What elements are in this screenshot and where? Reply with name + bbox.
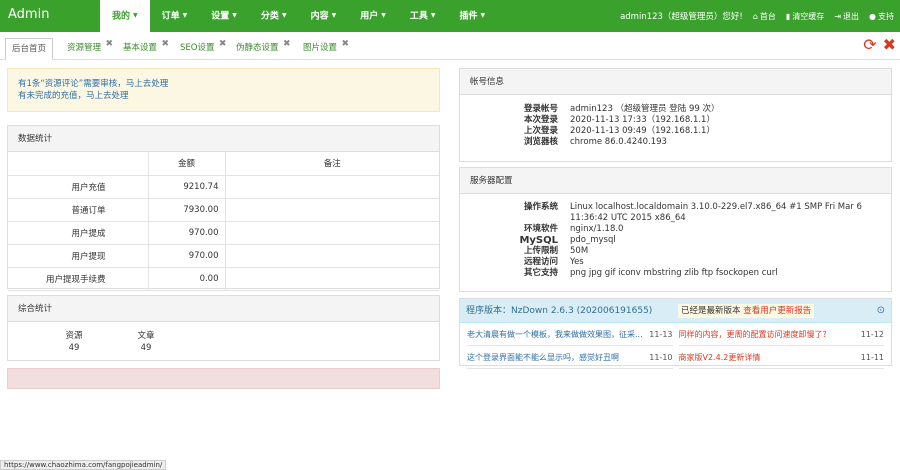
home-icon: ⌂ [752,11,758,21]
kv-row: 环境软件 nginx/1.18.0 [523,224,624,234]
update-report-link[interactable]: 查看用户更新报告 [743,306,811,316]
kv-row: 远程访问 Yes [523,257,584,267]
close-icon[interactable]: ✖ [161,34,169,54]
server-title: 服务器配置 [460,168,891,194]
caret-down-icon: ▼ [232,12,237,19]
close-icon[interactable]: ✖ [219,34,227,54]
clear-cache-link[interactable]: ▮ 清空缓存 [786,11,824,22]
top-navbar: Admin 我的 ▼ 订单 ▼ 设置 ▼ 分类 ▼ 内容 ▼ 用户 ▼ 工具 ▼ 插件 ▼ ad… [0,0,900,32]
caret-down-icon: ▼ [133,12,138,19]
list-item[interactable]: 商家版V2.4.2更新详情 11-11 [678,346,884,369]
kv-row: 上传限制 50M [523,246,589,256]
account-info: 登录帐号 admin123 （超级管理员 登陆 99 次） 本次登录 2020-11… [460,95,891,148]
nav-orders[interactable]: 订单 ▼ [150,0,200,32]
alert-review-link[interactable]: 有1条“资源评论”需要审核，马上去处理 [18,78,429,90]
nav-categories[interactable]: 分类 ▼ [249,0,299,32]
table-row: 用户提现 970.00 [8,244,439,268]
notice-bar [7,368,440,389]
nav-settings[interactable]: 设置 ▼ [199,0,249,32]
overall-title: 综合统计 [8,296,439,322]
news-left: 老大清晨有做一个模板，我来做做效果图，征采... 11-13 这个登录界面能不能么… [464,323,676,369]
kv-row: 浏览器核 chrome 86.0.4240.193 [523,137,667,147]
nav-tools[interactable]: 工具 ▼ [398,0,448,32]
news-list: 老大清晨有做一个模板，我来做做效果图，征采... 11-13 这个登录界面能不能么… [460,323,891,369]
tab-basic-settings[interactable]: 基本设置 ✖ [117,38,169,60]
caret-down-icon: ▼ [430,12,436,19]
account-title: 帐号信息 [460,69,891,95]
account-panel: 帐号信息 登录帐号 admin123 （超级管理员 登陆 99 次） 本次登录 20… [459,68,892,162]
stats-title: 数据统计 [8,126,439,152]
alert-recharge-link[interactable]: 有未完成的充值，马上去处理 [18,90,429,102]
version-label: 程序版本：NzDown 2.6.3 (202006191655) [466,306,653,316]
tab-dashboard[interactable]: 后台首页 [5,38,54,60]
close-icon[interactable]: ✖ [105,34,113,54]
tab-rewrite-settings[interactable]: 伪静态设置 ✖ [230,38,291,60]
stats-table: 金额 备注 用户充值 9210.74 普通订单 7930.00 用户提成 970.00… [8,152,439,291]
tab-resources[interactable]: 资源管理 ✖ [61,38,113,60]
user-greeting[interactable]: admin123（超级管理员）您好! [620,10,743,22]
kv-row: 其它支持 png jpg gif iconv mbstring zlib ftp … [523,268,778,278]
table-row: 用户提成 970.00 [8,221,439,245]
nav-my[interactable]: 我的 ▼ [100,0,150,32]
nav-users[interactable]: 用户 ▼ [348,0,398,32]
stats-panel: 数据统计 金额 备注 用户充值 9210.74 普通订单 7930.00 用户提成 9… [7,125,440,291]
table-header-row: 金额 备注 [8,152,439,176]
right-nav: admin123（超级管理员）您好! ⌂ 首台 ▮ 清空缓存 ⇥ 退出 ● 支持 [610,0,894,32]
version-header: 程序版本：NzDown 2.6.3 (202006191655) 已经是最新版本… [460,299,891,323]
caret-down-icon: ▼ [182,12,188,19]
status-url: https://www.chaozhima.com/fangpojieadmin… [0,460,167,470]
news-right: 同样的内容，更周的配置访问速度卸慢了？ 11-12 商家版V2.4.2更新详情 11… [676,323,888,369]
tab-bar: 后台首页 资源管理 ✖ 基本设置 ✖ SEO设置 ✖ 伪静态设置 ✖ 图片设置 ✖ [0,32,900,60]
nav-content[interactable]: 内容 ▼ [299,0,349,32]
home-link[interactable]: ⌂ 首台 [753,11,776,22]
caret-down-icon: ▼ [381,12,386,19]
server-panel: 服务器配置 操作系统 Linux localhost.localdomain 3.… [459,167,892,292]
logout-icon: ⇥ [834,11,842,21]
kv-row: 操作系统 Linux localhost.localdomain 3.10.0-2… [523,202,862,223]
kv-row: 上次登录 2020-11-13 09:49（192.168.1.1） [523,126,715,136]
list-item[interactable]: 老大清晨有做一个模板，我来做做效果图，征采... 11-13 [467,323,673,346]
list-item[interactable]: 同样的内容，更周的配置访问速度卸慢了？ 11-12 [678,323,884,346]
version-panel: 程序版本：NzDown 2.6.3 (202006191655) 已经是最新版本… [459,298,892,369]
user-icon: ● [869,11,876,21]
caret-down-icon: ▼ [480,12,486,19]
tab-image-settings[interactable]: 图片设置 ✖ [297,38,349,60]
close-icon[interactable]: ✖ [283,34,291,54]
close-icon[interactable]: ✖ [341,34,349,54]
latest-badge: 已经是最新版本 查看用户更新报告 [678,304,815,318]
refresh-icon[interactable]: ⟳ [863,36,876,54]
close-all-icon[interactable]: ✖ [883,36,896,54]
kv-row: MySQL pdo_mysql [519,235,616,246]
overall-panel: 综合统计 资源 49 文章 49 [7,295,440,361]
stat-resources[interactable]: 资源 49 [38,330,110,354]
brand-logo[interactable]: Admin [8,7,49,22]
caret-down-icon: ▼ [281,12,287,19]
support-link[interactable]: ● 支持 [869,11,894,22]
main-nav: 我的 ▼ 订单 ▼ 设置 ▼ 分类 ▼ 内容 ▼ 用户 ▼ 工具 ▼ 插件 ▼ [100,0,497,32]
pending-alert: 有1条“资源评论”需要审核，马上去处理 有未完成的充值，马上去处理 [7,68,440,112]
kv-row: 登录帐号 admin123 （超级管理员 登陆 99 次） [523,104,720,114]
collapse-icon[interactable]: ⊙ [877,299,885,323]
table-row: 普通订单 7930.00 [8,198,439,222]
overall-stats: 资源 49 文章 49 [8,322,439,354]
server-info: 操作系统 Linux localhost.localdomain 3.10.0-2… [460,194,891,279]
list-item[interactable]: 这个登录界面能不能么显示吗，感觉好丑啊 11-10 [467,346,673,369]
trash-icon: ▮ [785,11,791,21]
kv-row: 本次登录 2020-11-13 17:33（192.168.1.1） [523,115,715,125]
stat-articles[interactable]: 文章 49 [110,330,182,354]
tab-seo-settings[interactable]: SEO设置 ✖ [174,38,226,60]
table-row: 用户提现手续费 0.00 [8,267,439,291]
logout-link[interactable]: ⇥ 退出 [834,11,859,22]
table-row: 用户充值 9210.74 [8,175,439,199]
caret-down-icon: ▼ [331,12,337,19]
tab-tools: ⟳ ✖ [857,36,896,54]
nav-plugins[interactable]: 插件 ▼ [447,0,497,32]
